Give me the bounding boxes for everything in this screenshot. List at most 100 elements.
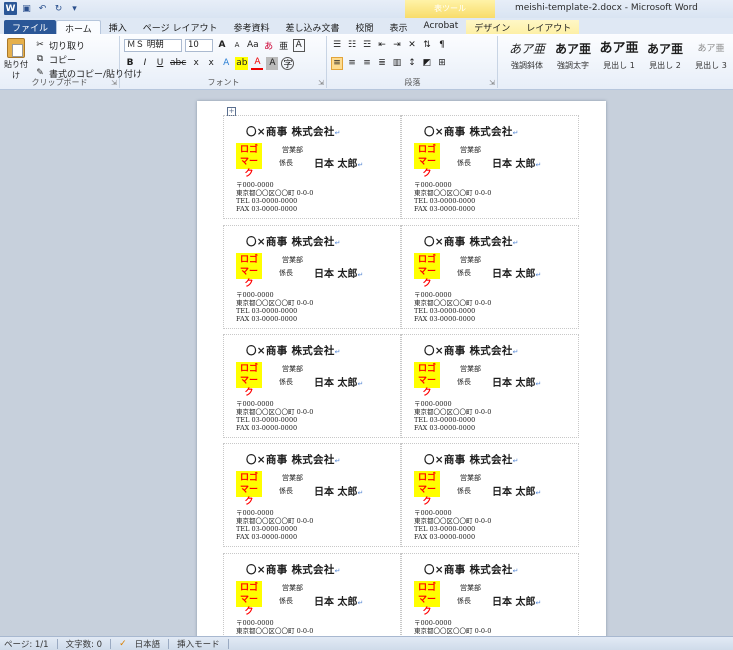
tab-7[interactable]: 表示: [382, 20, 416, 34]
redo-icon[interactable]: ↻: [52, 2, 65, 15]
postal-code: 〒000-0000: [414, 181, 452, 189]
bullets-icon[interactable]: ☰: [331, 39, 343, 52]
tab-2[interactable]: 挿入: [101, 20, 135, 34]
paragraph-group-label: 段落: [404, 78, 421, 87]
tab-4[interactable]: 参考資料: [225, 20, 277, 34]
word-count[interactable]: 文字数: 0: [66, 638, 102, 650]
tel: TEL 03-0000-0000: [236, 416, 298, 424]
style-item-0[interactable]: あア亜 強調斜体: [503, 38, 551, 76]
decrease-indent-icon[interactable]: ⇤: [376, 39, 388, 52]
tab-3[interactable]: ページ レイアウト: [135, 20, 226, 34]
business-card[interactable]: 〇×商事 株式会社↵ ロゴ マーク 営業部 係長 日本 太郎↵ 〒000-0000 東京都〇〇…: [401, 225, 579, 329]
style-item-4[interactable]: あア亜 見出し 3: [687, 38, 733, 76]
department: 営業部: [282, 584, 303, 592]
sort-icon[interactable]: ⇅: [421, 39, 433, 52]
distributed-icon[interactable]: ≣: [376, 57, 388, 70]
numbering-icon[interactable]: ☷: [346, 39, 358, 52]
bold-button[interactable]: B: [124, 57, 136, 70]
postal-code: 〒000-0000: [236, 619, 274, 627]
tel: TEL 03-0000-0000: [414, 307, 476, 315]
font-group: ＭＳ 明朝 10 A A Aa あ 亜 A B I U abc x x A ab…: [121, 36, 327, 88]
tab-1[interactable]: ホーム: [56, 20, 101, 35]
font-size-combo[interactable]: 10: [185, 38, 213, 52]
document-page[interactable]: + 〇×商事 株式会社↵ ロゴ マーク 営業部 係長 日本 太郎↵ 〒000-0000 東京都…: [197, 101, 606, 636]
spell-check-icon[interactable]: ✓: [119, 639, 127, 649]
subscript-button[interactable]: x: [190, 57, 202, 70]
tab-5[interactable]: 差し込み文書: [277, 20, 347, 34]
line-spacing-icon[interactable]: ↕: [406, 57, 418, 70]
align-justify-icon[interactable]: ≡: [331, 56, 343, 70]
tab-0[interactable]: ファイル: [4, 20, 57, 34]
undo-icon[interactable]: ↶: [36, 2, 49, 15]
postal-code: 〒000-0000: [236, 181, 274, 189]
job-title: 係長: [457, 378, 471, 386]
person-name: 日本 太郎↵: [492, 378, 542, 389]
italic-button[interactable]: I: [139, 57, 151, 70]
char-shading-button[interactable]: A: [266, 56, 279, 70]
company-name: 〇×商事 株式会社↵: [246, 345, 341, 357]
shrink-font-button[interactable]: A: [231, 39, 243, 52]
business-card[interactable]: 〇×商事 株式会社↵ ロゴ マーク 営業部 係長 日本 太郎↵ 〒000-0000 東京都〇〇…: [401, 443, 579, 547]
business-card[interactable]: 〇×商事 株式会社↵ ロゴ マーク 営業部 係長 日本 太郎↵ 〒000-0000 東京都〇〇…: [223, 225, 401, 329]
business-card[interactable]: 〇×商事 株式会社↵ ロゴ マーク 営業部 係長 日本 太郎↵ 〒000-0000 東京都〇〇…: [401, 115, 579, 219]
strikethrough-button[interactable]: abc: [169, 57, 187, 70]
copy-button[interactable]: コピー: [49, 53, 76, 66]
save-icon[interactable]: ▣: [20, 2, 33, 15]
font-name-combo[interactable]: ＭＳ 明朝: [124, 38, 182, 52]
align-center-icon[interactable]: ≡: [346, 57, 358, 70]
tab-10[interactable]: レイアウト: [518, 20, 580, 34]
multilevel-list-icon[interactable]: ☲: [361, 39, 373, 52]
clear-format-button[interactable]: あ: [263, 39, 275, 52]
enclose-char-button[interactable]: 字: [281, 56, 295, 70]
grow-font-button[interactable]: A: [216, 39, 228, 52]
business-card[interactable]: 〇×商事 株式会社↵ ロゴ マーク 営業部 係長 日本 太郎↵ 〒000-0000 東京都〇〇…: [223, 443, 401, 547]
asian-layout-icon[interactable]: ✕: [406, 39, 418, 52]
style-item-1[interactable]: あア亜 強調太字: [549, 38, 597, 76]
increase-indent-icon[interactable]: ⇥: [391, 39, 403, 52]
tab-8[interactable]: Acrobat: [416, 20, 467, 34]
business-card[interactable]: 〇×商事 株式会社↵ ロゴ マーク 営業部 係長 日本 太郎↵ 〒000-0000 東京都〇〇…: [223, 334, 401, 438]
borders-icon[interactable]: ⊞: [436, 57, 448, 70]
insert-mode-indicator[interactable]: 挿入モード: [177, 638, 220, 650]
business-card[interactable]: 〇×商事 株式会社↵ ロゴ マーク 営業部 係長 日本 太郎↵ 〒000-0000 東京都〇〇…: [401, 334, 579, 438]
page-indicator[interactable]: ページ: 1/1: [4, 638, 49, 650]
font-color-button[interactable]: A: [251, 57, 264, 70]
text-effects-button[interactable]: A: [220, 57, 232, 70]
char-border-button[interactable]: A: [292, 38, 305, 52]
clipboard-launcher-icon[interactable]: ⇲: [111, 79, 117, 87]
underline-button[interactable]: U: [154, 57, 166, 70]
tab-9[interactable]: デザイン: [466, 20, 519, 34]
align-right-icon[interactable]: ≡: [361, 57, 373, 70]
person-name: 日本 太郎↵: [314, 378, 364, 389]
font-launcher-icon[interactable]: ⇲: [318, 79, 324, 87]
highlight-button[interactable]: ab: [235, 56, 249, 70]
document-area[interactable]: + 〇×商事 株式会社↵ ロゴ マーク 営業部 係長 日本 太郎↵ 〒000-0000 東京都…: [0, 91, 733, 636]
address: 東京都〇〇区〇〇町 0-0-0: [414, 299, 492, 307]
department: 営業部: [282, 146, 303, 154]
paragraph-shading-icon[interactable]: ◩: [421, 57, 433, 70]
language-indicator[interactable]: 日本語: [135, 638, 161, 650]
column-icon[interactable]: ▥: [391, 57, 403, 70]
business-card[interactable]: 〇×商事 株式会社↵ ロゴ マーク 営業部 係長 日本 太郎↵ 〒000-0000 東京都〇〇…: [223, 115, 401, 219]
style-item-3[interactable]: あア亜 見出し 2: [641, 38, 689, 76]
business-card[interactable]: 〇×商事 株式会社↵ ロゴ マーク 営業部 係長 日本 太郎↵ 〒000-0000 東京都〇〇…: [401, 553, 579, 636]
phonetic-guide-button[interactable]: 亜: [278, 39, 290, 52]
change-case-button[interactable]: Aa: [246, 39, 260, 52]
customize-qat-icon[interactable]: ▾: [68, 2, 81, 15]
word-icon[interactable]: W: [4, 2, 17, 15]
company-name: 〇×商事 株式会社↵: [246, 126, 341, 138]
paste-button[interactable]: 貼り付け: [2, 38, 30, 81]
company-name: 〇×商事 株式会社↵: [246, 236, 341, 248]
paragraph-launcher-icon[interactable]: ⇲: [489, 79, 495, 87]
postal-code: 〒000-0000: [414, 619, 452, 627]
superscript-button[interactable]: x: [205, 57, 217, 70]
tab-6[interactable]: 校閲: [347, 20, 381, 34]
cut-button[interactable]: 切り取り: [49, 39, 85, 52]
show-marks-icon[interactable]: ¶: [436, 39, 448, 52]
style-item-2[interactable]: あア亜 見出し 1: [595, 38, 643, 76]
table-tools-context-group: 表ツール: [405, 0, 495, 18]
style-sample: あア亜: [508, 42, 545, 56]
logo-mark: ロゴ マーク: [414, 581, 440, 617]
business-card[interactable]: 〇×商事 株式会社↵ ロゴ マーク 営業部 係長 日本 太郎↵ 〒000-0000 東京都〇〇…: [223, 553, 401, 636]
fax: FAX 03-0000-0000: [236, 424, 298, 432]
